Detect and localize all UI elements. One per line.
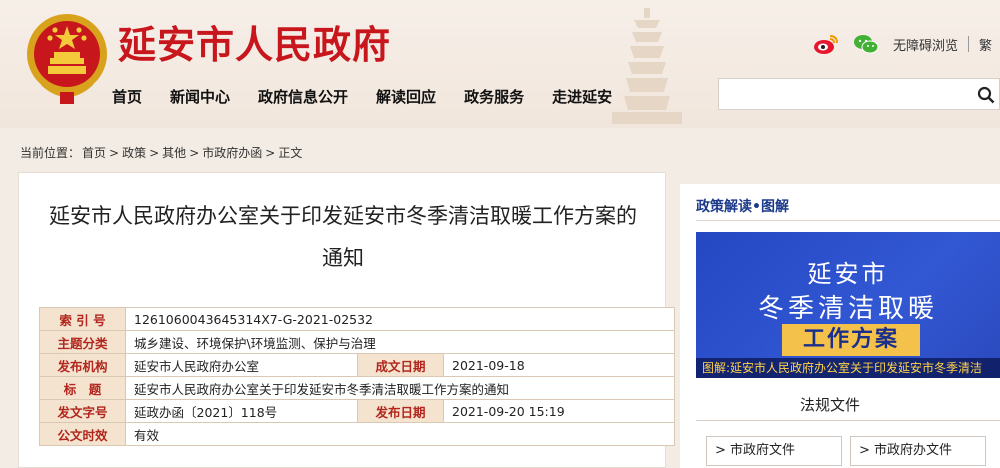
meta-label-topic: 主题分类 <box>39 330 126 354</box>
breadcrumb-home[interactable]: 首页 <box>82 144 106 161</box>
meta-label-index: 索 引 号 <box>39 307 126 331</box>
article-title: 延安市人民政府办公室关于印发延安市冬季清洁取暖工作方案的通知 <box>49 204 637 270</box>
breadcrumb-separator: > <box>265 145 276 160</box>
table-row: 主题分类 城乡建设、环境保护\环境监测、保护与治理 <box>39 330 675 354</box>
tools-divider <box>967 36 969 52</box>
table-row: 索 引 号 1261060043645314X7-G-2021-02532 <box>39 307 675 331</box>
tab-regulations[interactable]: 法规文件 <box>800 394 860 415</box>
meta-value-validity: 有效 <box>125 422 675 446</box>
banner-line-3: 工作方案 <box>782 324 920 356</box>
meta-value-created: 2021-09-18 <box>443 353 675 377</box>
search-icon[interactable] <box>977 86 995 104</box>
header-tools: 无障碍浏览 繁 <box>813 32 992 56</box>
accessibility-link[interactable]: 无障碍浏览 <box>893 35 958 54</box>
national-emblem-icon <box>27 14 107 104</box>
policy-interpretation-heading[interactable]: 政策解读•图解 <box>696 196 789 216</box>
table-row: 标 题 延安市人民政府办公室关于印发延安市冬季清洁取暖工作方案的通知 <box>39 376 675 400</box>
document-meta-table: 索 引 号 1261060043645314X7-G-2021-02532 主题… <box>39 307 675 446</box>
meta-value-docno: 延政办函〔2021〕118号 <box>125 399 358 423</box>
meta-label-pubdate: 发布日期 <box>357 399 444 423</box>
meta-value-publisher: 延安市人民政府办公室 <box>125 353 358 377</box>
meta-label-publisher: 发布机构 <box>39 353 126 377</box>
breadcrumb-separator: > <box>109 145 120 160</box>
search-input[interactable] <box>718 78 1000 110</box>
breadcrumb-other[interactable]: 其他 <box>162 144 186 161</box>
meta-value-title: 延安市人民政府办公室关于印发延安市冬季清洁取暖工作方案的通知 <box>125 376 675 400</box>
meta-label-created: 成文日期 <box>357 353 444 377</box>
nav-home[interactable]: 首页 <box>112 86 142 107</box>
main-nav: 首页 新闻中心 政府信息公开 解读回应 政务服务 走进延安 <box>112 82 640 110</box>
weibo-icon[interactable] <box>813 33 839 55</box>
breadcrumb-city-gov-letters[interactable]: 市政府办函 <box>202 144 262 161</box>
breadcrumb-separator: > <box>189 145 200 160</box>
breadcrumb-current: 正文 <box>278 146 303 160</box>
meta-label-title: 标 题 <box>39 376 126 400</box>
meta-value-topic: 城乡建设、环境保护\环境监测、保护与治理 <box>125 330 675 354</box>
traditional-chinese-link[interactable]: 繁 <box>979 35 992 54</box>
meta-label-validity: 公文时效 <box>39 422 126 446</box>
meta-value-pubdate: 2021-09-20 15:19 <box>443 399 675 423</box>
wechat-icon[interactable] <box>853 33 879 55</box>
meta-label-docno: 发文字号 <box>39 399 126 423</box>
meta-value-index: 1261060043645314X7-G-2021-02532 <box>125 307 675 331</box>
table-row: 公文时效 有效 <box>39 422 675 446</box>
table-row: 发文字号 延政办函〔2021〕118号 发布日期 2021-09-20 15:1… <box>39 399 675 423</box>
site-header: 延安市人民政府 首页 新闻中心 政府信息公开 解读回应 政务服务 走进延安 无障… <box>0 0 1000 128</box>
policy-graphic-banner[interactable]: 延安市 冬季清洁取暖 工作方案 图解:延安市人民政府办公室关于印发延安市冬季清洁 <box>696 232 1000 378</box>
sidebar-divider <box>696 220 1000 221</box>
breadcrumb: 当前位置： 首页 > 政策 > 其他 > 市政府办函 > 正文 <box>20 144 304 161</box>
nav-news[interactable]: 新闻中心 <box>170 86 230 107</box>
breadcrumb-policy[interactable]: 政策 <box>122 144 146 161</box>
sidebar: 政策解读•图解 延安市 冬季清洁取暖 工作方案 图解:延安市人民政府办公室关于印… <box>680 184 1000 468</box>
city-gov-office-documents-button[interactable]: > 市政府办文件 <box>850 436 986 466</box>
city-gov-documents-button[interactable]: > 市政府文件 <box>706 436 842 466</box>
article-panel: 延安市人民政府办公室关于印发延安市冬季清洁取暖工作方案的通知 索 引 号 126… <box>18 172 675 468</box>
site-title[interactable]: 延安市人民政府 <box>118 14 391 69</box>
banner-caption[interactable]: 图解:延安市人民政府办公室关于印发延安市冬季清洁 <box>696 358 1000 378</box>
banner-line-2: 冬季清洁取暖 <box>757 294 938 324</box>
nav-gov-info[interactable]: 政府信息公开 <box>258 86 348 107</box>
banner-line-1: 延安市 <box>807 260 889 288</box>
breadcrumb-label: 当前位置： <box>20 146 81 160</box>
breadcrumb-separator: > <box>149 145 160 160</box>
tab-divider <box>696 420 1000 421</box>
nav-about-yanan[interactable]: 走进延安 <box>552 86 612 107</box>
table-row: 发布机构 延安市人民政府办公室 成文日期 2021-09-18 <box>39 353 675 377</box>
nav-gov-service[interactable]: 政务服务 <box>464 86 524 107</box>
nav-interpretation[interactable]: 解读回应 <box>376 86 436 107</box>
